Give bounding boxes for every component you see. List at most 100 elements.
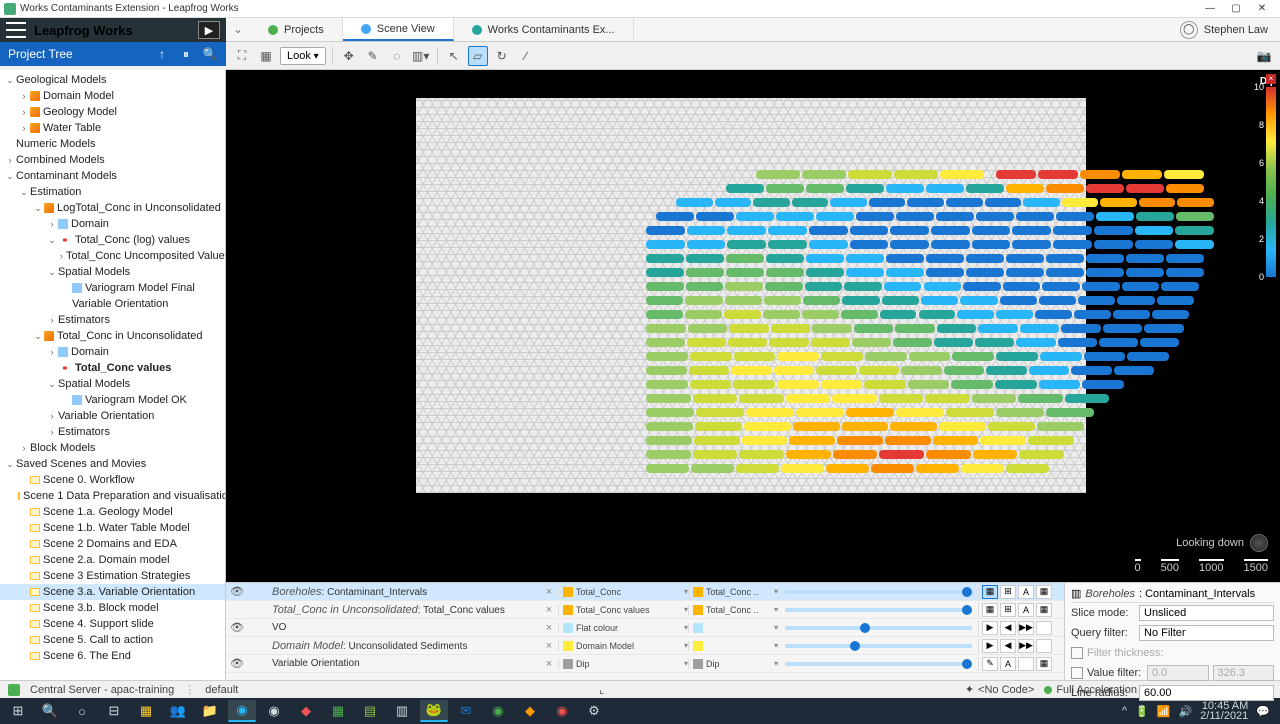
screenshot-icon[interactable]: ⛶ — [232, 46, 252, 66]
colormap-select[interactable]: Flat colour — [576, 623, 681, 633]
tree-item[interactable]: ›Domain — [0, 344, 225, 360]
taskview-icon[interactable]: ⊟ — [100, 700, 128, 722]
tree-item[interactable]: ⌄Total_Conc (log) values — [0, 232, 225, 248]
tab-scene-view[interactable]: Scene View — [343, 18, 454, 41]
action-play[interactable]: ▶ — [982, 621, 998, 635]
action-back[interactable]: ◀ — [1000, 639, 1016, 653]
expand-icon[interactable]: ⌄ — [46, 267, 58, 278]
expand-icon[interactable]: › — [46, 219, 58, 229]
edge-icon[interactable]: ◉ — [228, 700, 256, 722]
tree-item[interactable]: ›Water Table — [0, 120, 225, 136]
color-by-select[interactable]: Total_Conc .. — [706, 587, 771, 597]
color-by-select[interactable]: Total_Conc .. — [706, 605, 771, 615]
action-btn[interactable] — [1018, 657, 1034, 671]
rotate-icon[interactable]: ↻ — [492, 46, 512, 66]
scene-object-row[interactable]: Domain Model: Unconsolidated Sediments×D… — [226, 637, 1064, 655]
expand-icon[interactable]: › — [18, 91, 30, 101]
action-A[interactable]: A — [1000, 657, 1016, 671]
action-grid[interactable]: ▦ — [1036, 657, 1052, 671]
camera-icon[interactable]: 📷 — [1254, 46, 1274, 66]
tree-item[interactable]: Scene 3.b. Block model — [0, 600, 225, 616]
color-legend[interactable]: × Dip 1086420 — [1240, 76, 1276, 277]
slice-mode-select[interactable]: Unsliced — [1139, 605, 1274, 621]
remove-object-icon[interactable]: × — [540, 640, 558, 652]
scene-object-row[interactable]: 👁VO×Flat colour▾▾▶◀▶▶ — [226, 619, 1064, 637]
expand-icon[interactable]: › — [46, 347, 58, 357]
tab-projects[interactable]: Projects — [250, 18, 343, 41]
colormap-select[interactable]: Total_Conc — [576, 587, 681, 597]
action-len[interactable]: ⊞ — [1000, 603, 1016, 617]
select-icon[interactable]: ▱ — [468, 46, 488, 66]
scene-object-row[interactable]: Total_Conc in Unconsolidated: Total_Conc… — [226, 601, 1064, 619]
notifications-icon[interactable]: 💬 — [1256, 705, 1270, 718]
axes-icon[interactable]: ⌞ — [599, 683, 604, 696]
viewport-3d[interactable]: × Dip 1086420 Looking down 0 500 1000 15… — [226, 70, 1280, 582]
settings-icon[interactable]: ⚙ — [580, 700, 608, 722]
color-swatch[interactable] — [563, 623, 573, 633]
tree-item[interactable]: ⌄Spatial Models — [0, 376, 225, 392]
tray-volume-icon[interactable]: 🔊 — [1178, 705, 1192, 718]
query-filter-select[interactable]: No Filter — [1139, 625, 1274, 641]
tray-chevron-icon[interactable]: ^ — [1122, 705, 1127, 717]
opacity-slider[interactable] — [785, 626, 972, 630]
color-swatch-2[interactable] — [693, 587, 703, 597]
tab-prev-chevron[interactable]: ⌄ — [226, 18, 250, 41]
colormap-select[interactable]: Dip — [576, 659, 681, 669]
action-fwd[interactable]: ▶▶ — [1018, 621, 1034, 635]
tree-item[interactable]: Scene 5. Call to action — [0, 632, 225, 648]
tree-item[interactable]: ⌄Total_Conc in Unconsolidated — [0, 328, 225, 344]
expand-icon[interactable]: ⌄ — [32, 331, 44, 342]
remove-object-icon[interactable]: × — [540, 604, 558, 616]
tree-item[interactable]: ⌄Spatial Models — [0, 264, 225, 280]
outlook-icon[interactable]: ✉ — [452, 700, 480, 722]
tree-pause-icon[interactable]: ⏸ — [178, 46, 194, 62]
visibility-toggle[interactable]: 👁 — [226, 657, 248, 670]
value-filter-checkbox[interactable] — [1071, 667, 1083, 679]
chrome-icon[interactable]: ◉ — [260, 700, 288, 722]
search-icon[interactable]: 🔍 — [36, 700, 64, 722]
remove-object-icon[interactable]: × — [540, 586, 558, 598]
legend-close-icon[interactable]: × — [1266, 74, 1276, 84]
expand-icon[interactable]: › — [60, 251, 63, 261]
tab-contaminants[interactable]: Works Contaminants Ex... — [454, 18, 634, 41]
action-btn[interactable] — [1036, 621, 1052, 635]
line-radius-field[interactable]: 60.00 — [1139, 685, 1274, 701]
expand-icon[interactable]: ⌄ — [4, 75, 16, 86]
action-fwd[interactable]: ▶▶ — [1018, 639, 1034, 653]
expand-icon[interactable]: › — [46, 411, 58, 421]
scene-object-row[interactable]: 👁Variable Orientation×Dip▾Dip▾✎A▦ — [226, 655, 1064, 673]
tree-item[interactable]: Scene 1.b. Water Table Model — [0, 520, 225, 536]
app1-icon[interactable]: ▦ — [132, 700, 160, 722]
color-swatch-2[interactable] — [693, 605, 703, 615]
tree-item[interactable]: Variogram Model OK — [0, 392, 225, 408]
scene-object-list[interactable]: 👁Boreholes: Contaminant_Intervals×Total_… — [226, 583, 1064, 680]
visibility-toggle[interactable]: 👁 — [226, 621, 248, 634]
tree-item[interactable]: Scene 1 Data Preparation and visualisati… — [0, 488, 225, 504]
cursor-icon[interactable]: ↖ — [444, 46, 464, 66]
app2-icon[interactable]: ◆ — [292, 700, 320, 722]
action-grid[interactable]: ▦ — [1036, 585, 1052, 599]
expand-icon[interactable]: › — [18, 123, 30, 133]
stack-icon[interactable]: ▦ — [256, 46, 276, 66]
tree-item[interactable]: ›Block Models — [0, 440, 225, 456]
ruler-icon[interactable]: ∕ — [516, 46, 536, 66]
tree-item[interactable]: ›Combined Models — [0, 152, 225, 168]
tray-battery-icon[interactable]: 🔋 — [1135, 705, 1149, 718]
tree-item[interactable]: ⌄Contaminant Models — [0, 168, 225, 184]
tree-item[interactable]: ›Variable Orientation — [0, 408, 225, 424]
expand-icon[interactable]: ⌄ — [4, 459, 16, 470]
tree-item[interactable]: Total_Conc values — [0, 360, 225, 376]
cortana-icon[interactable]: ○ — [68, 700, 96, 722]
grid-dropdown-icon[interactable]: ▥▾ — [411, 46, 431, 66]
expand-icon[interactable]: › — [4, 155, 16, 165]
excel-icon[interactable]: ▦ — [324, 700, 352, 722]
expand-icon[interactable]: › — [46, 427, 58, 437]
tree-item[interactable]: Scene 3 Estimation Strategies — [0, 568, 225, 584]
tree-item[interactable]: Numeric Models — [0, 136, 225, 152]
expand-icon[interactable]: ⌄ — [32, 203, 44, 214]
color-swatch[interactable] — [563, 659, 573, 669]
maximize-button[interactable]: ▢ — [1230, 3, 1242, 15]
tree-item[interactable]: ›Domain Model — [0, 88, 225, 104]
action-3d[interactable]: ▦ — [982, 603, 998, 617]
action-btn[interactable] — [1036, 639, 1052, 653]
